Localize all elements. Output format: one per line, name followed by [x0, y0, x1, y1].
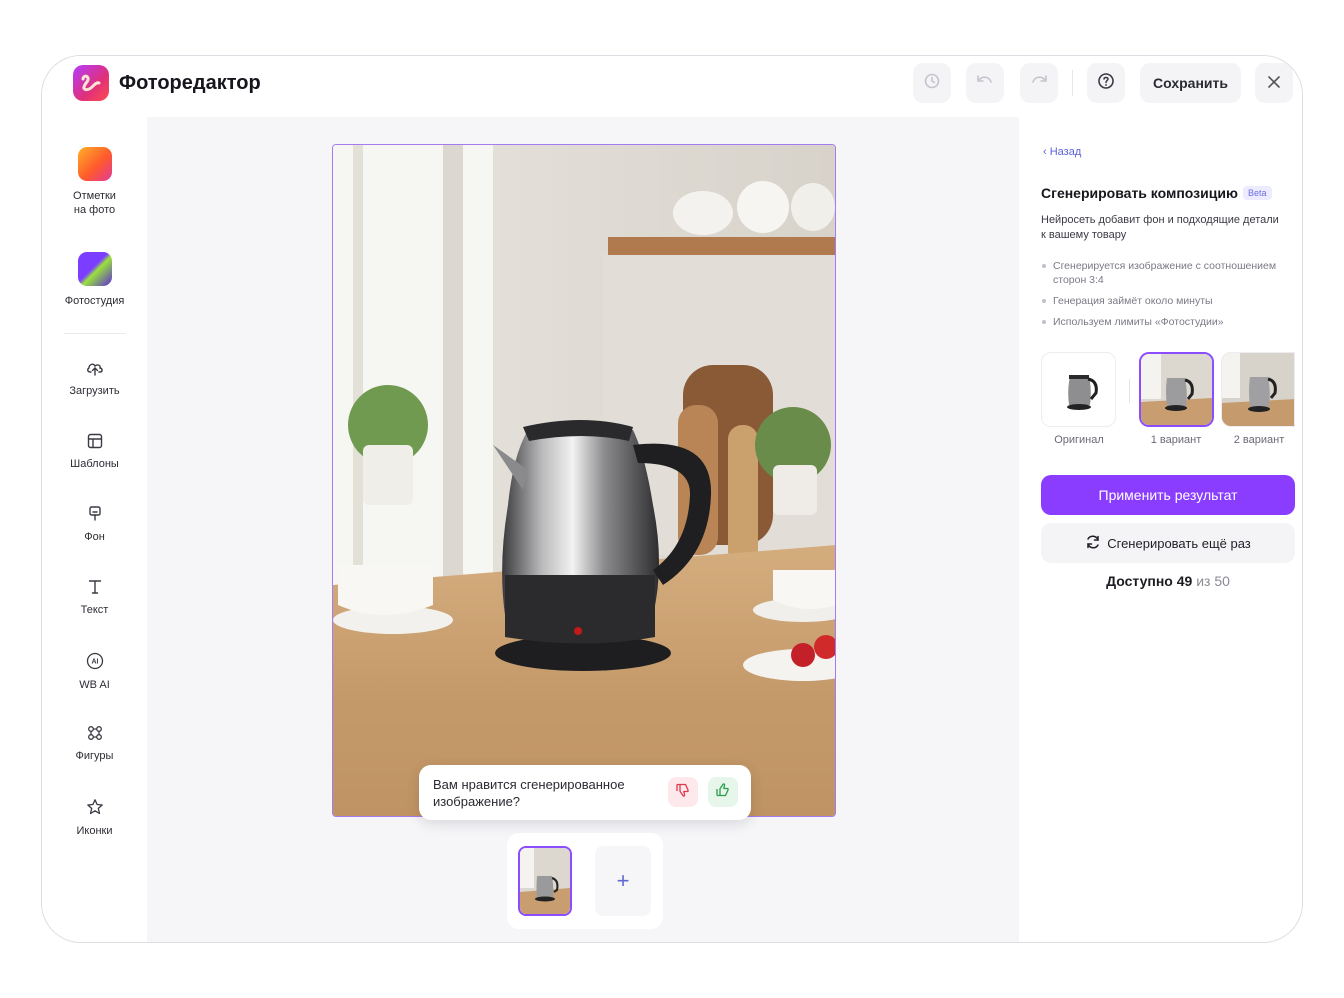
redo-button[interactable]	[1020, 63, 1058, 103]
info-item: Используем лимиты «Фотостудии»	[1041, 315, 1291, 329]
header-divider	[1072, 70, 1073, 96]
add-page-button[interactable]: +	[595, 846, 651, 916]
tool-upload-label: Загрузить	[69, 385, 120, 397]
tool-shapes[interactable]: Фигуры	[42, 725, 147, 763]
info-item: Сгенерируется изображение с соотношением…	[1041, 259, 1291, 287]
back-label: Назад	[1049, 146, 1082, 158]
history-icon	[923, 72, 941, 95]
feedback-popup: Вам нравится сгенерированное изображение…	[419, 765, 751, 820]
tool-upload[interactable]: Загрузить	[42, 360, 147, 398]
tool-marks-label: Отметки на фото	[73, 190, 116, 216]
beta-badge: Beta	[1243, 186, 1272, 200]
save-button[interactable]: Сохранить	[1140, 63, 1241, 103]
available-total: из 50	[1196, 573, 1230, 589]
tool-ai-label: WB AI	[79, 679, 110, 691]
thumbs-up-icon	[715, 782, 731, 803]
available-counter: Доступно 49 из 50	[1041, 573, 1295, 589]
templates-icon	[42, 433, 147, 453]
tool-templates[interactable]: Шаблоны	[42, 433, 147, 471]
generated-photo[interactable]	[332, 144, 836, 817]
variant-2[interactable]	[1221, 352, 1295, 427]
tool-background-label: Фон	[84, 531, 105, 543]
panel-description: Нейросеть добавит фон и подходящие детал…	[1041, 214, 1279, 241]
available-count: 49	[1176, 573, 1193, 589]
close-button[interactable]	[1255, 63, 1293, 103]
upload-icon	[42, 360, 147, 380]
variant-original[interactable]	[1041, 352, 1116, 427]
shapes-icon	[42, 725, 147, 745]
available-prefix: Доступно	[1106, 573, 1173, 589]
panel-title: Сгенерировать композицию	[1041, 185, 1238, 201]
variant-1-label: 1 вариант	[1150, 434, 1202, 446]
tool-photostudio[interactable]: Фотостудия	[42, 252, 147, 308]
tool-photostudio-label: Фотостудия	[64, 295, 125, 307]
tool-marks[interactable]: Отметки на фото	[42, 147, 147, 217]
variant-original-label: Оригинал	[1054, 434, 1104, 446]
refresh-icon	[1085, 534, 1101, 553]
svg-text:AI: AI	[91, 659, 98, 666]
chevron-left-icon: ‹	[1043, 146, 1047, 158]
variant-2-label: 2 вариант	[1233, 434, 1285, 446]
tools-divider	[64, 333, 126, 334]
close-icon	[1267, 73, 1281, 94]
help-button[interactable]	[1087, 63, 1125, 103]
app-title: Фоторедактор	[119, 72, 261, 94]
background-icon	[42, 506, 147, 526]
generation-panel: ‹ Назад Сгенерировать композицию Beta Не…	[1019, 117, 1302, 942]
ai-icon: AI	[42, 652, 147, 674]
regenerate-button[interactable]: Сгенерировать ещё раз	[1041, 523, 1295, 563]
tool-shapes-label: Фигуры	[75, 750, 114, 762]
tool-icons-label: Иконки	[76, 825, 113, 837]
thumbs-down-icon	[675, 782, 691, 803]
apply-result-button[interactable]: Применить результат	[1041, 475, 1295, 515]
canvas-area: Вам нравится сгенерированное изображение…	[147, 117, 1019, 942]
page-thumbnail-active[interactable]	[518, 846, 572, 916]
help-icon	[1097, 72, 1115, 95]
tool-text[interactable]: Текст	[42, 579, 147, 617]
variants-divider	[1129, 379, 1130, 403]
like-button[interactable]	[708, 777, 738, 807]
regenerate-label: Сгенерировать ещё раз	[1107, 535, 1251, 551]
undo-icon	[976, 74, 994, 93]
redo-icon	[1030, 74, 1048, 93]
editor-window: Фоторедактор Сохранить Отметки на фото Ф…	[41, 55, 1303, 943]
tool-icons[interactable]: Иконки	[42, 798, 147, 838]
feedback-question: Вам нравится сгенерированное изображение…	[433, 777, 625, 809]
header: Фоторедактор Сохранить	[42, 56, 1302, 117]
page-thumbnails: +	[507, 833, 663, 929]
tool-templates-label: Шаблоны	[70, 458, 119, 470]
app-logo-icon	[73, 65, 109, 101]
photostudio-icon	[77, 252, 112, 286]
marks-icon	[77, 147, 112, 181]
info-item: Генерация займёт около минуты	[1041, 294, 1291, 308]
tool-background[interactable]: Фон	[42, 506, 147, 544]
history-button[interactable]	[913, 63, 951, 103]
tool-text-label: Текст	[80, 604, 109, 616]
dislike-button[interactable]	[668, 777, 698, 807]
tool-ai[interactable]: AI WB AI	[42, 652, 147, 692]
tool-sidebar: Отметки на фото Фотостудия Загрузить Шаб…	[42, 117, 147, 942]
star-icon	[42, 798, 147, 820]
variant-1[interactable]	[1139, 352, 1214, 427]
undo-button[interactable]	[966, 63, 1004, 103]
text-icon	[42, 579, 147, 599]
back-link[interactable]: ‹ Назад	[1043, 146, 1081, 158]
info-list: Сгенерируется изображение с соотношением…	[1041, 259, 1291, 336]
